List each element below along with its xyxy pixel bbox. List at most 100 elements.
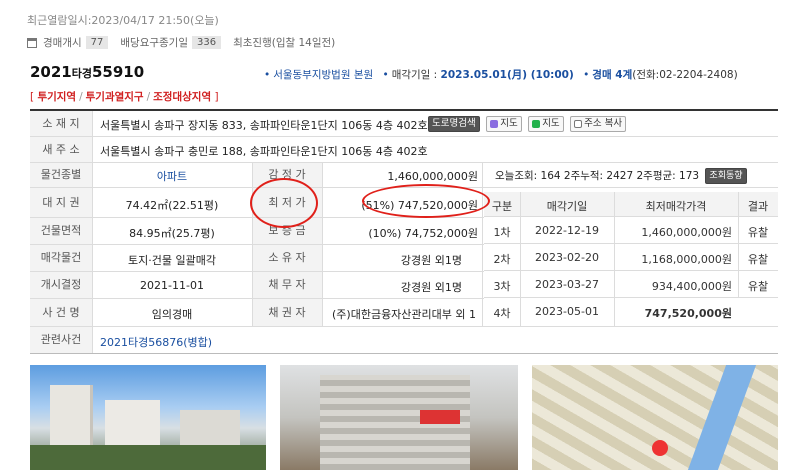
highlight-circle [362,184,490,218]
history-round: 2차 [493,253,511,266]
label-sale-object: 매각물건 [30,245,92,271]
sale-date-label: 매각기일 : [391,69,441,81]
history-header-result: 결과 [747,200,769,213]
recent-view-time: 최근열람일시:2023/04/17 21:50(오늘) [27,14,219,27]
history-price-current: 747,520,000원 [644,307,732,320]
tag-adjustment: 조정대상지역 [153,91,212,103]
divider [482,163,483,326]
history-row: 1차 2022-12-19 1,460,000,000원 유찰 [484,217,778,244]
case-type: 타경 [71,67,92,80]
highlight-circle [250,178,318,228]
case-num: 55910 [92,63,145,81]
view-stats: 오늘조회: 164 2주누적: 2427 2주평균: 173 조회동향 [495,168,747,184]
divider [614,192,615,326]
value-sale-object: 토지·건물 일괄매각 [128,254,216,267]
history-price: 1,460,000,000원 [641,226,732,239]
value-area: 84.95㎡(25.7평) [129,227,215,240]
trees-shape [30,445,266,470]
value-appraisal: 1,460,000,000원 [387,170,478,183]
property-photo-building[interactable] [280,365,518,470]
history-row: 3차 2023-03-27 934,400,000원 유찰 [484,271,778,298]
location-buttons: 도로명검색 지도 지도 주소 복사 [425,116,627,132]
divider [520,192,521,326]
history-price: 1,168,000,000원 [641,253,732,266]
value-decision: 2021-11-01 [140,279,204,292]
label-case-name: 사 건 명 [30,299,92,326]
marker-shape [420,410,460,424]
history-date: 2023-02-20 [535,251,599,264]
auction-open-count: 77 [85,36,109,49]
map-button-2[interactable]: 지도 [528,116,564,132]
value-land: 74.42㎡(22.51평) [125,199,219,212]
label-creditor: 채 권 자 [252,299,322,326]
value-deposit: (10%) 74,752,000원 [368,227,478,240]
label-decision: 개시결정 [30,272,92,298]
value-case-name: 임의경매 [151,308,193,321]
history-result: 유찰 [747,280,769,293]
label-kind: 물건종별 [30,163,92,187]
sale-history-table: 구분 매각기일 최저매각가격 결과 1차 2022-12-19 1,460,00… [484,192,778,326]
court-name[interactable]: 서울동부지방법원 본원 [273,69,373,81]
court-info: • 서울동부지방법원 본원 • 매각기일 : 2023.05.01(月) (10:0… [264,69,738,81]
history-header-date: 매각기일 [546,200,588,213]
property-photo-exterior[interactable] [30,365,266,470]
value-new-address: 서울특별시 송파구 충민로 188, 송파파인타운1단지 106동 4층 402… [100,145,428,158]
label-land: 대 지 권 [30,188,92,217]
history-round: 1차 [493,226,511,239]
history-date: 2023-05-01 [535,305,599,318]
history-price: 934,400,000원 [651,280,732,293]
copy-icon [574,119,583,128]
history-date: 2023-03-27 [535,278,599,291]
regulation-tags: [ 투기지역 / 투기과열지구 / 조정대상지역 ] [30,91,219,103]
location-pin-icon [652,440,668,456]
history-header: 구분 매각기일 최저매각가격 결과 [484,192,778,217]
history-header-price: 최저매각가격 [645,200,707,213]
history-result: 유찰 [747,226,769,239]
dividend-label: 배당요구종기일 [120,37,188,49]
row-related: 관련사건 2021타경56876(병합) [30,327,778,354]
label-location: 소 재 지 [30,111,92,136]
history-date: 2022-12-19 [535,224,599,237]
label-owner: 소 유 자 [252,245,322,271]
court-phone: (전화:02-2204-2408) [632,69,738,81]
court-dept: 경매 4계 [592,69,633,81]
history-result: 유찰 [747,253,769,266]
calendar-icon [27,37,37,48]
latest-progress: 최초진행(입찰 14일전) [233,37,336,49]
related-case-link[interactable]: 2021타경56876(병합) [100,334,212,350]
dividend-count: 336 [192,36,222,49]
road-search-button[interactable]: 도로명검색 [428,116,480,132]
tag-overheated: 투기과열지구 [85,91,144,103]
history-row: 2차 2023-02-20 1,168,000,000원 유찰 [484,244,778,271]
history-row-current: 4차 2023-05-01 747,520,000원 [484,298,778,325]
divider [738,192,739,298]
case-year: 2021 [30,63,72,81]
value-debtor: 강경원 외1명 [400,281,462,294]
map-icon [490,119,499,128]
auction-open-label: 경매개시 [43,37,82,49]
history-round: 4차 [493,307,511,320]
label-new-address: 새 주 소 [30,137,92,162]
map-button-1[interactable]: 지도 [486,116,522,132]
case-number: 2021타경55910 [30,63,144,81]
divider [92,111,93,353]
property-map-image[interactable] [532,365,778,470]
value-kind: 아파트 [156,170,188,183]
value-creditor: (주)대한금융자산관리대부 외 1 [332,308,477,321]
value-location: 서울특별시 송파구 장지동 833, 송파파인타운1단지 106동 4층 402… [100,119,428,132]
row-new-address: 새 주 소 서울특별시 송파구 충민로 188, 송파파인타운1단지 106동 … [30,137,778,163]
tag-speculation: 투기지역 [37,91,77,103]
trend-button[interactable]: 조회동향 [705,168,747,184]
divider [322,163,323,326]
label-area: 건물면적 [30,218,92,244]
value-owner: 강경원 외1명 [400,254,462,267]
case-stats: 경매개시 77 배당요구종기일 336 최초진행(입찰 14일전) [27,35,335,50]
history-round: 3차 [493,280,511,293]
copy-address-button[interactable]: 주소 복사 [570,116,627,132]
row-location: 소 재 지 서울특별시 송파구 장지동 833, 송파파인타운1단지 106동 … [30,111,778,137]
label-debtor: 채 무 자 [252,272,322,298]
divider [252,163,253,326]
map-icon [532,119,541,128]
label-related: 관련사건 [30,327,92,353]
sale-date: 2023.05.01(月) (10:00) [440,69,574,81]
